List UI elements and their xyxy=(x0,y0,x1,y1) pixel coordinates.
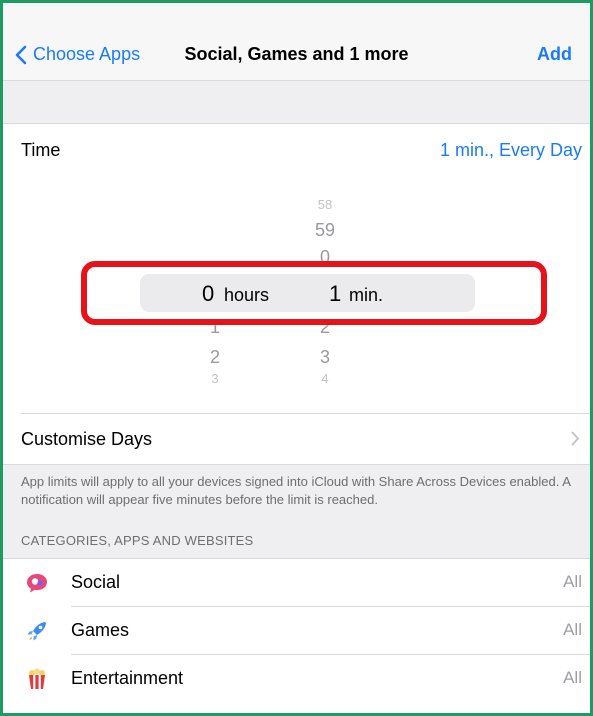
back-button[interactable]: Choose Apps xyxy=(15,44,140,65)
hours-wheel-item[interactable]: 3 xyxy=(195,371,235,386)
categories-list: Social All Games All Entertainment All xyxy=(3,558,590,713)
add-button[interactable]: Add xyxy=(537,44,572,65)
list-item-games[interactable]: Games All xyxy=(3,607,590,655)
selection-highlight-box xyxy=(81,261,547,325)
chevron-right-icon xyxy=(571,431,579,446)
time-value: 1 min., Every Day xyxy=(439,140,582,160)
customise-days-label: Customise Days xyxy=(21,429,153,449)
chevron-left-icon xyxy=(15,45,27,64)
category-value: All xyxy=(563,620,582,639)
app-limits-note: App limits will apply to all your device… xyxy=(21,474,571,507)
list-item-social[interactable]: Social All xyxy=(3,559,590,607)
category-name: Social xyxy=(71,572,121,592)
category-name: Entertainment xyxy=(71,668,184,688)
customise-days-row[interactable]: Customise Days xyxy=(3,414,590,464)
social-icon xyxy=(23,569,51,597)
section-header: CATEGORIES, APPS AND WEBSITES xyxy=(21,533,254,548)
app-limits-info: App limits will apply to all your device… xyxy=(3,464,590,559)
hours-wheel-item[interactable]: 2 xyxy=(195,347,235,368)
screen-frame: Choose Apps Social, Games and 1 more Add… xyxy=(0,0,593,716)
category-value: All xyxy=(563,668,582,687)
minutes-wheel-item[interactable]: 4 xyxy=(305,371,345,386)
navigation-bar: Choose Apps Social, Games and 1 more Add xyxy=(3,6,590,81)
category-name: Games xyxy=(71,620,130,640)
list-item-entertainment[interactable]: Entertainment All xyxy=(3,655,590,703)
minutes-wheel-item[interactable]: 59 xyxy=(305,220,345,241)
minutes-wheel-item[interactable]: 3 xyxy=(305,347,345,368)
category-value: All xyxy=(563,572,582,591)
time-row[interactable]: Time 1 min., Every Day xyxy=(3,124,590,174)
back-label: Choose Apps xyxy=(33,44,141,64)
entertainment-icon xyxy=(23,665,51,693)
minutes-wheel-item[interactable]: 58 xyxy=(305,197,345,212)
time-label: Time xyxy=(21,140,61,160)
section-gap xyxy=(3,81,590,124)
games-icon xyxy=(23,617,51,645)
